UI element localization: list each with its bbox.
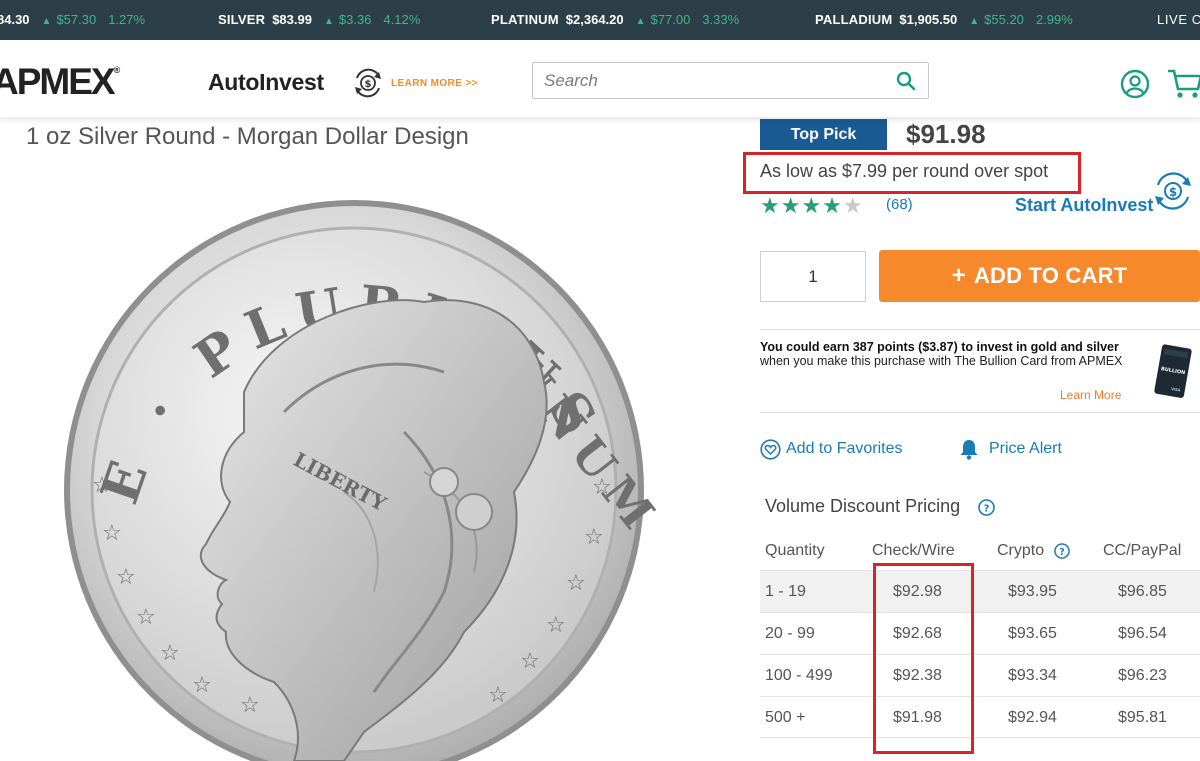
autoinvest-learn-more-link[interactable]: LEARN MORE >> bbox=[391, 78, 478, 89]
divider bbox=[760, 412, 1200, 413]
quantity-input[interactable] bbox=[760, 251, 866, 302]
table-cell: $95.81 bbox=[1118, 709, 1167, 726]
table-cell: $93.95 bbox=[1008, 583, 1057, 600]
svg-text:$: $ bbox=[1169, 185, 1177, 199]
up-arrow-icon: ▲ bbox=[41, 16, 52, 27]
ticker-item-silver[interactable]: SILVER $83.99 ▲ $3.36 4.12% bbox=[218, 12, 420, 27]
table-cell: 1 - 19 bbox=[765, 583, 806, 600]
svg-text:?: ? bbox=[1059, 547, 1064, 558]
review-count-link[interactable]: (68) bbox=[886, 196, 913, 213]
table-cell: 20 - 99 bbox=[765, 625, 815, 642]
top-pick-badge: Top Pick bbox=[760, 119, 887, 150]
column-header-crypto: Crypto bbox=[997, 542, 1045, 559]
table-cell: $93.65 bbox=[1008, 625, 1057, 642]
autoinvest-dollar-cycle-icon[interactable]: $ bbox=[1150, 171, 1196, 211]
search-input[interactable] bbox=[532, 62, 929, 99]
half-star-icon: ★ bbox=[842, 193, 864, 218]
svg-text:?: ? bbox=[984, 504, 990, 515]
star-icon: ★★★★ bbox=[760, 193, 843, 218]
ticker-gold-fragment: 84.30 ▲ $57.30 1.27% bbox=[0, 12, 146, 27]
table-cell: 100 - 499 bbox=[765, 667, 833, 684]
table-row: 20 - 99 $92.68 $93.65 $96.54 bbox=[760, 612, 1200, 654]
site-header: APMEX® AutoInvest $ LEARN MORE >> bbox=[0, 40, 1200, 117]
svg-text:☆: ☆ bbox=[192, 672, 212, 697]
price-alert-link[interactable]: Price Alert bbox=[989, 440, 1062, 458]
table-cell: 500 + bbox=[765, 709, 806, 726]
svg-text:☆: ☆ bbox=[102, 520, 122, 545]
heart-icon[interactable] bbox=[760, 439, 781, 460]
table-row: 1 - 19 $92.98 $93.95 $96.85 bbox=[760, 570, 1200, 612]
up-arrow-icon: ▲ bbox=[323, 16, 334, 27]
table-cell: $92.94 bbox=[1008, 709, 1057, 726]
svg-text:☆: ☆ bbox=[584, 524, 604, 549]
autoinvest-logo[interactable]: AutoInvest bbox=[208, 69, 324, 96]
up-arrow-icon: ▲ bbox=[635, 16, 646, 27]
spot-price-ticker: 84.30 ▲ $57.30 1.27% SILVER $83.99 ▲ $3.36 4.12… bbox=[0, 0, 1200, 40]
svg-text:☆: ☆ bbox=[520, 648, 540, 673]
table-row: 100 - 499 $92.38 $93.34 $96.23 bbox=[760, 654, 1200, 696]
svg-text:☆: ☆ bbox=[592, 474, 612, 499]
svg-text:☆: ☆ bbox=[240, 692, 260, 717]
table-cell: $96.85 bbox=[1118, 583, 1167, 600]
start-autoinvest-link[interactable]: Start AutoInvest bbox=[1015, 195, 1153, 216]
divider bbox=[760, 329, 1200, 330]
annotation-highlight-box-spot bbox=[743, 152, 1081, 194]
table-cell: $96.23 bbox=[1118, 667, 1167, 684]
bullion-card-learn-more-link[interactable]: Learn More bbox=[1060, 388, 1121, 402]
product-image-morgan-silver-round[interactable]: E · PLURIBUS UNUM ☆☆☆ ☆☆☆ ☆☆☆ ☆☆☆ ☆ LIBE… bbox=[44, 172, 664, 761]
volume-pricing-title: Volume Discount Pricing bbox=[765, 496, 961, 516]
add-to-cart-button[interactable]: + ADD TO CART bbox=[879, 250, 1200, 302]
search-icon[interactable] bbox=[896, 71, 916, 91]
account-icon[interactable] bbox=[1120, 69, 1150, 99]
autoinvest-dollar-cycle-icon: $ bbox=[355, 68, 381, 98]
help-icon[interactable]: ? bbox=[1054, 543, 1070, 559]
annotation-highlight-box-check-wire bbox=[873, 563, 974, 754]
svg-text:☆: ☆ bbox=[546, 612, 566, 637]
column-header-check-wire: Check/Wire bbox=[872, 542, 955, 559]
rating-stars[interactable]: ★★★★★ bbox=[760, 193, 864, 219]
add-to-favorites-link[interactable]: Add to Favorites bbox=[786, 440, 903, 458]
help-icon[interactable]: ? bbox=[978, 499, 995, 516]
table-cell: $96.54 bbox=[1118, 625, 1167, 642]
bullion-card-image[interactable]: BULLION VISA bbox=[1149, 342, 1195, 400]
cart-icon[interactable] bbox=[1166, 67, 1200, 101]
bell-icon[interactable] bbox=[958, 438, 980, 460]
ticker-item-palladium[interactable]: PALLADIUM $1,905.50 ▲ $55.20 2.99% bbox=[815, 12, 1073, 27]
product-price: $91.98 bbox=[906, 119, 986, 149]
column-header-quantity: Quantity bbox=[765, 542, 825, 559]
svg-text:☆: ☆ bbox=[566, 570, 586, 595]
table-cell: $93.34 bbox=[1008, 667, 1057, 684]
svg-text:☆: ☆ bbox=[92, 472, 112, 497]
bullion-card-rewards-text: You could earn 387 points ($3.87) to inv… bbox=[760, 340, 1123, 368]
apmex-logo[interactable]: APMEX® bbox=[0, 61, 120, 103]
svg-text:☆: ☆ bbox=[488, 682, 508, 707]
live-chart-link[interactable]: LIVE C bbox=[1157, 12, 1200, 27]
table-row: 500 + $91.98 $92.94 $95.81 bbox=[760, 696, 1200, 738]
column-header-cc-paypal: CC/PayPal bbox=[1103, 542, 1182, 559]
svg-text:☆: ☆ bbox=[136, 604, 156, 629]
svg-text:☆: ☆ bbox=[160, 640, 180, 665]
svg-text:$: $ bbox=[365, 79, 372, 90]
svg-text:☆: ☆ bbox=[116, 564, 136, 589]
product-title: 1 oz Silver Round - Morgan Dollar Design bbox=[26, 123, 469, 150]
ticker-item-platinum[interactable]: PLATINUM $2,364.20 ▲ $77.00 3.33% bbox=[491, 12, 739, 27]
up-arrow-icon: ▲ bbox=[969, 16, 980, 27]
